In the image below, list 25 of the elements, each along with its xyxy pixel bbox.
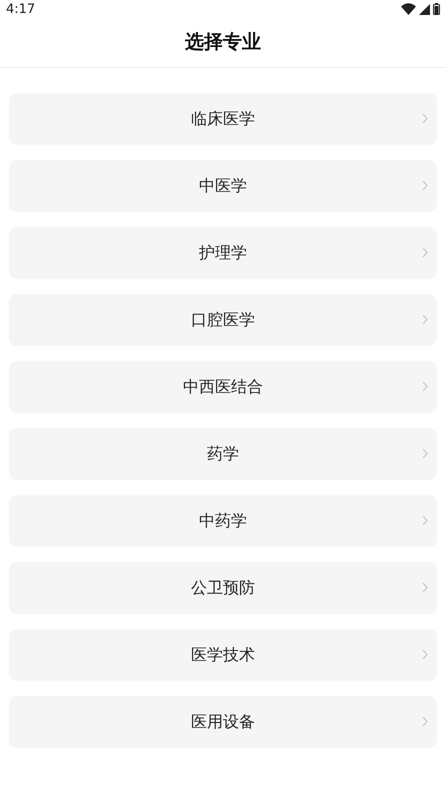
major-item[interactable]: 医学技术: [9, 629, 437, 681]
wifi-icon: [401, 3, 416, 15]
chevron-right-icon: [422, 247, 428, 258]
major-item[interactable]: 中药学: [9, 495, 437, 547]
page-title: 选择专业: [185, 30, 261, 56]
chevron-right-icon: [422, 582, 428, 593]
chevron-right-icon: [422, 515, 428, 526]
major-item[interactable]: 药学: [9, 428, 437, 480]
major-item[interactable]: 中医学: [9, 160, 437, 212]
major-item[interactable]: 医用设备: [9, 696, 437, 748]
major-item[interactable]: 口腔医学: [9, 294, 437, 346]
chevron-right-icon: [422, 448, 428, 459]
major-item[interactable]: 临床医学: [9, 93, 437, 145]
major-item[interactable]: 护理学: [9, 227, 437, 279]
chevron-right-icon: [422, 314, 428, 325]
signal-icon: [419, 4, 430, 14]
major-item[interactable]: 公卫预防: [9, 562, 437, 614]
chevron-right-icon: [422, 649, 428, 660]
chevron-right-icon: [422, 381, 428, 392]
battery-icon: [433, 3, 440, 15]
chevron-right-icon: [422, 180, 428, 191]
major-item[interactable]: 中西医结合: [9, 361, 437, 413]
status-time: 4:17: [6, 2, 36, 16]
chevron-right-icon: [422, 716, 428, 727]
chevron-right-icon: [422, 113, 428, 124]
